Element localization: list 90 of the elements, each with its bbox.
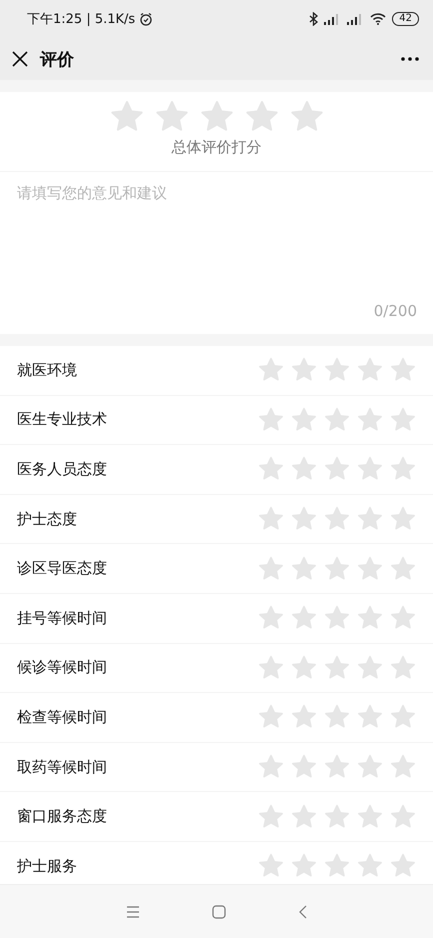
star-rating[interactable]	[258, 853, 416, 880]
star-icon[interactable]	[390, 804, 416, 830]
star-icon[interactable]	[291, 754, 317, 780]
star-icon[interactable]	[291, 654, 317, 681]
character-counter: 0/200	[374, 302, 417, 320]
star-icon[interactable]	[291, 456, 317, 482]
star-icon[interactable]	[390, 853, 416, 880]
rating-label: 护士态度	[17, 510, 77, 529]
bluetooth-icon	[309, 12, 318, 26]
rating-label: 医务人员态度	[17, 460, 107, 479]
star-icon[interactable]	[357, 556, 383, 582]
rating-label: 护士服务	[17, 856, 77, 876]
star-icon[interactable]	[390, 605, 416, 632]
star-icon[interactable]	[357, 853, 383, 880]
star-icon[interactable]	[357, 704, 383, 730]
star-icon[interactable]	[324, 506, 350, 532]
back-button[interactable]	[298, 904, 308, 918]
star-rating[interactable]	[258, 605, 416, 632]
star-icon[interactable]	[324, 556, 350, 582]
star-rating[interactable]	[258, 406, 416, 433]
menu-button[interactable]	[126, 906, 140, 918]
star-rating[interactable]	[258, 456, 416, 482]
star-icon[interactable]	[291, 853, 317, 880]
star-rating[interactable]	[258, 704, 416, 730]
rating-label: 检查等候时间	[17, 708, 107, 727]
rating-label: 诊区导医态度	[17, 559, 107, 578]
star-icon[interactable]	[324, 853, 350, 880]
star-icon[interactable]	[390, 357, 416, 384]
rating-label: 取药等候时间	[17, 758, 107, 777]
battery-indicator: 42	[392, 12, 419, 26]
star-icon[interactable]	[291, 804, 317, 830]
star-icon[interactable]	[324, 605, 350, 632]
star-icon[interactable]	[324, 704, 350, 730]
star-rating[interactable]	[258, 506, 416, 532]
star-icon[interactable]	[390, 556, 416, 582]
star-rating[interactable]	[258, 654, 416, 681]
star-icon[interactable]	[390, 456, 416, 482]
star-icon[interactable]	[291, 605, 317, 632]
star-icon[interactable]	[390, 754, 416, 780]
star-icon[interactable]	[291, 406, 317, 433]
star-icon[interactable]	[258, 556, 284, 582]
star-icon[interactable]	[258, 853, 284, 880]
star-icon[interactable]	[357, 456, 383, 482]
star-icon[interactable]	[390, 406, 416, 433]
star-rating[interactable]	[258, 804, 416, 830]
star-icon[interactable]	[390, 506, 416, 532]
star-rating[interactable]	[258, 357, 416, 384]
star-icon[interactable]	[291, 506, 317, 532]
overall-rating-label: 总体评价打分	[172, 138, 262, 157]
star-icon[interactable]	[357, 357, 383, 384]
star-icon[interactable]	[324, 754, 350, 780]
star-icon[interactable]	[291, 357, 317, 384]
star-icon[interactable]	[258, 804, 284, 830]
star-icon[interactable]	[357, 605, 383, 632]
page-title: 评价	[40, 48, 75, 70]
status-time: 下午1:25 | 5.1K/s	[27, 11, 136, 28]
star-icon[interactable]	[390, 704, 416, 730]
more-button[interactable]	[401, 57, 419, 61]
star-icon[interactable]	[291, 704, 317, 730]
wifi-icon	[370, 13, 386, 25]
star-rating[interactable]	[258, 556, 416, 582]
star-icon[interactable]	[258, 704, 284, 730]
star-icon[interactable]	[258, 506, 284, 532]
star-icon[interactable]	[357, 406, 383, 433]
star-icon[interactable]	[324, 357, 350, 384]
rating-label: 窗口服务态度	[17, 807, 107, 826]
star-icon[interactable]	[324, 456, 350, 482]
star-icon[interactable]	[324, 804, 350, 830]
alarm-icon	[139, 12, 154, 26]
star-icon[interactable]	[258, 605, 284, 632]
star-rating[interactable]	[258, 754, 416, 780]
star-icon[interactable]	[390, 654, 416, 681]
star-icon[interactable]	[258, 406, 284, 433]
rating-label: 医生专业技术	[17, 410, 107, 430]
star-icon[interactable]	[258, 754, 284, 780]
star-icon[interactable]	[357, 506, 383, 532]
star-icon[interactable]	[357, 654, 383, 681]
star-icon[interactable]	[324, 654, 350, 681]
home-button[interactable]	[212, 904, 226, 918]
star-icon[interactable]	[324, 406, 350, 433]
close-button[interactable]	[12, 51, 28, 67]
star-icon[interactable]	[357, 754, 383, 780]
star-icon[interactable]	[291, 556, 317, 582]
rating-label: 就医环境	[17, 360, 77, 380]
rating-label: 挂号等候时间	[17, 608, 107, 628]
star-icon[interactable]	[357, 804, 383, 830]
star-icon[interactable]	[258, 357, 284, 384]
star-icon[interactable]	[258, 654, 284, 681]
rating-label: 候诊等候时间	[17, 658, 107, 678]
star-icon[interactable]	[258, 456, 284, 482]
